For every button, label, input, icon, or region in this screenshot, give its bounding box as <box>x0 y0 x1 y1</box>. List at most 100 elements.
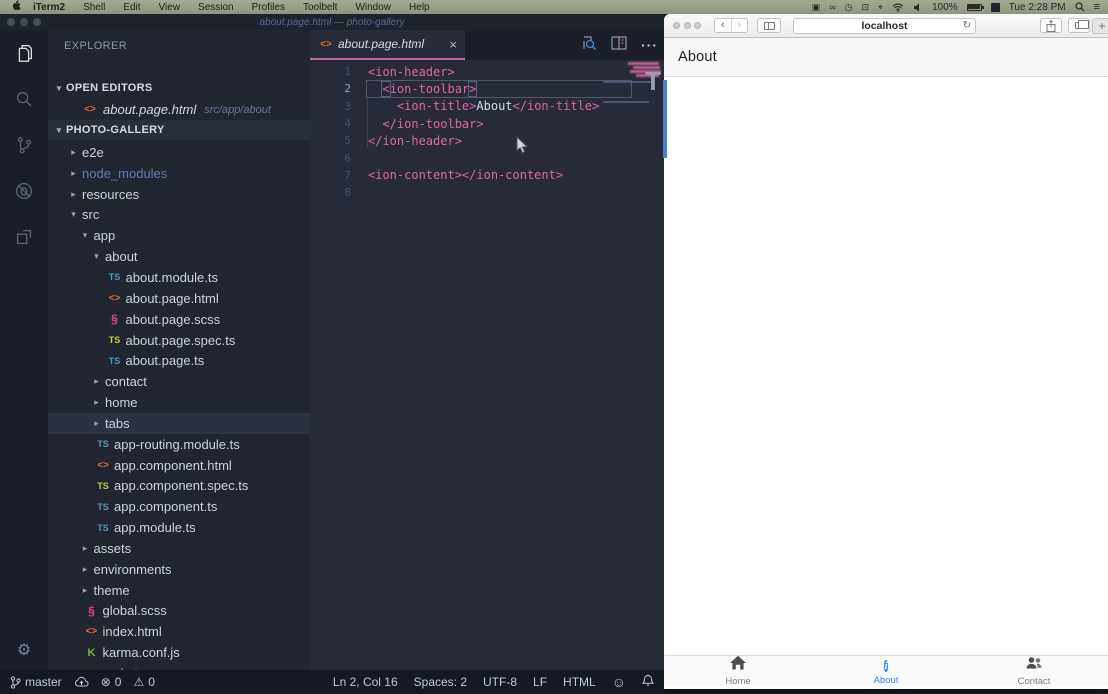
tree-file-index-html[interactable]: index.html <box>48 621 310 642</box>
tree-folder-tabs[interactable]: ▸tabs <box>48 413 310 434</box>
tab-overview-button[interactable] <box>1068 18 1090 33</box>
project-section-header[interactable]: ▾ PHOTO-GALLERY <box>48 120 310 140</box>
tree-file-app-routing-module-ts[interactable]: app-routing.module.ts <box>48 434 310 455</box>
code-line-1: 1<ion-header> <box>310 63 664 80</box>
open-editor-item[interactable]: about.page.html src/app/about <box>48 99 310 120</box>
tree-folder-about[interactable]: ▾about <box>48 246 310 267</box>
menu-item-help[interactable]: Help <box>400 2 439 13</box>
tree-folder-src[interactable]: ▾src <box>48 205 310 226</box>
forward-button[interactable]: › <box>731 19 748 32</box>
back-button[interactable]: ‹ <box>715 19 731 32</box>
tree-folder-node-modules[interactable]: ▸node_modules <box>48 163 310 184</box>
tree-file-about-page-spec-ts[interactable]: about.page.spec.ts <box>48 330 310 351</box>
tree-folder-resources[interactable]: ▸resources <box>48 184 310 205</box>
open-search-icon[interactable] <box>581 35 597 56</box>
pointer-icon[interactable]: ⌖ <box>878 2 883 12</box>
tree-file-about-page-scss[interactable]: about.page.scss <box>48 309 310 330</box>
minimize-window-button[interactable] <box>20 18 28 26</box>
safari-traffic-lights[interactable] <box>673 22 701 29</box>
menu-item-toolbelt[interactable]: Toolbelt <box>294 2 346 13</box>
extensions-activity-icon[interactable] <box>0 214 48 260</box>
split-editor-icon[interactable] <box>611 36 627 55</box>
git-branch-indicator[interactable]: master <box>10 675 62 689</box>
tree-folder-home[interactable]: ▸home <box>48 392 310 413</box>
errors-indicator[interactable]: ⊗ 0 <box>101 675 122 689</box>
code-token: > <box>469 82 476 96</box>
tree-file-about-page-html[interactable]: about.page.html <box>48 288 310 309</box>
close-window-button[interactable] <box>673 22 680 29</box>
menubar-clock[interactable]: Tue 2:28 PM <box>1009 2 1066 13</box>
debug-activity-icon[interactable] <box>0 168 48 214</box>
tree-folder-app[interactable]: ▾app <box>48 225 310 246</box>
open-editors-section-header[interactable]: ▾ OPEN EDITORS <box>48 78 310 98</box>
ts-file-icon <box>95 502 111 512</box>
menu-item-view[interactable]: View <box>150 2 190 13</box>
wifi-icon[interactable] <box>892 3 904 12</box>
close-window-button[interactable] <box>7 18 15 26</box>
zoom-window-button[interactable] <box>694 22 701 29</box>
input-source-icon[interactable] <box>991 3 1000 12</box>
status-bar-right-items: Ln 2, Col 16 Spaces: 2 UTF-8 LF HTML <box>333 675 596 689</box>
minimize-window-button[interactable] <box>684 22 691 29</box>
spotlight-icon[interactable] <box>1075 2 1085 12</box>
warnings-indicator[interactable]: ⚠ 0 <box>133 675 154 689</box>
vscode-title-bar[interactable]: about.page.html — photo-gallery <box>0 14 664 30</box>
status-html[interactable]: HTML <box>563 675 596 689</box>
tree-file-app-component-spec-ts[interactable]: app.component.spec.ts <box>48 476 310 497</box>
more-actions-icon[interactable]: ··· <box>641 37 658 53</box>
status-ln-2-col-16[interactable]: Ln 2, Col 16 <box>333 675 398 689</box>
clock-widget-icon[interactable]: ◷ <box>845 2 853 12</box>
share-button[interactable] <box>1040 18 1062 33</box>
tree-file-app-module-ts[interactable]: app.module.ts <box>48 517 310 538</box>
status-lf[interactable]: LF <box>533 675 547 689</box>
tree-file-main-ts[interactable]: main.ts <box>48 663 310 670</box>
search-activity-icon[interactable] <box>0 76 48 122</box>
tab-contact[interactable]: Contact <box>960 656 1108 686</box>
status-spaces-2[interactable]: Spaces: 2 <box>414 675 467 689</box>
tree-folder-e2e[interactable]: ▸e2e <box>48 142 310 163</box>
menu-item-shell[interactable]: Shell <box>74 2 114 13</box>
notifications-bell-icon[interactable] <box>642 674 654 690</box>
address-bar[interactable]: localhost ↻ <box>793 18 976 34</box>
notification-center-icon[interactable]: ≡ <box>1094 2 1100 12</box>
vscode-traffic-lights[interactable] <box>7 18 41 26</box>
tab-about[interactable]: iAbout <box>812 656 960 686</box>
tab-home[interactable]: Home <box>664 656 812 686</box>
settings-gear-icon[interactable]: ⚙ <box>0 640 48 660</box>
chevron-down-icon: ▾ <box>52 83 66 94</box>
status-utf-8[interactable]: UTF-8 <box>483 675 517 689</box>
eyeglasses-icon[interactable]: ∞ <box>829 2 835 12</box>
tree-file-about-module-ts[interactable]: about.module.ts <box>48 267 310 288</box>
tree-folder-assets[interactable]: ▸assets <box>48 538 310 559</box>
menu-item-session[interactable]: Session <box>189 2 243 13</box>
new-tab-button[interactable]: + <box>1092 18 1108 34</box>
tree-folder-contact[interactable]: ▸contact <box>48 371 310 392</box>
source-control-activity-icon[interactable] <box>0 122 48 168</box>
menu-item-iterm2[interactable]: iTerm2 <box>24 2 74 13</box>
publish-changes-icon[interactable] <box>74 676 89 688</box>
tree-file-karma-conf-js[interactable]: karma.conf.js <box>48 642 310 663</box>
tree-file-about-page-ts[interactable]: about.page.ts <box>48 350 310 371</box>
tree-file-app-component-html[interactable]: app.component.html <box>48 455 310 476</box>
menu-item-profiles[interactable]: Profiles <box>243 2 294 13</box>
zoom-window-button[interactable] <box>33 18 41 26</box>
code-editor[interactable]: 1<ion-header>2 <ion-toolbar>3 <ion-title… <box>310 60 664 670</box>
tree-file-app-component-ts[interactable]: app.component.ts <box>48 496 310 517</box>
tab-about-page-html[interactable]: about.page.html × <box>310 30 465 60</box>
tree-folder-environments[interactable]: ▸environments <box>48 559 310 580</box>
volume-icon[interactable] <box>913 3 923 12</box>
apple-logo-icon[interactable] <box>8 0 24 14</box>
tree-item-label: app.module.ts <box>114 520 196 535</box>
feedback-smiley-icon[interactable]: ☺ <box>612 674 626 690</box>
sidebar-toggle-button[interactable] <box>757 18 781 33</box>
display-icon[interactable]: ⊡ <box>861 2 869 12</box>
menu-item-window[interactable]: Window <box>346 2 400 13</box>
menu-item-edit[interactable]: Edit <box>114 2 149 13</box>
explorer-activity-icon[interactable] <box>0 30 48 76</box>
tree-folder-theme[interactable]: ▸theme <box>48 580 310 601</box>
close-tab-icon[interactable]: × <box>449 37 457 52</box>
battery-icon[interactable] <box>967 4 982 11</box>
screenshot-icon[interactable]: ▣ <box>812 2 821 12</box>
reload-icon[interactable]: ↻ <box>963 19 971 33</box>
tree-file-global-scss[interactable]: global.scss <box>48 601 310 622</box>
